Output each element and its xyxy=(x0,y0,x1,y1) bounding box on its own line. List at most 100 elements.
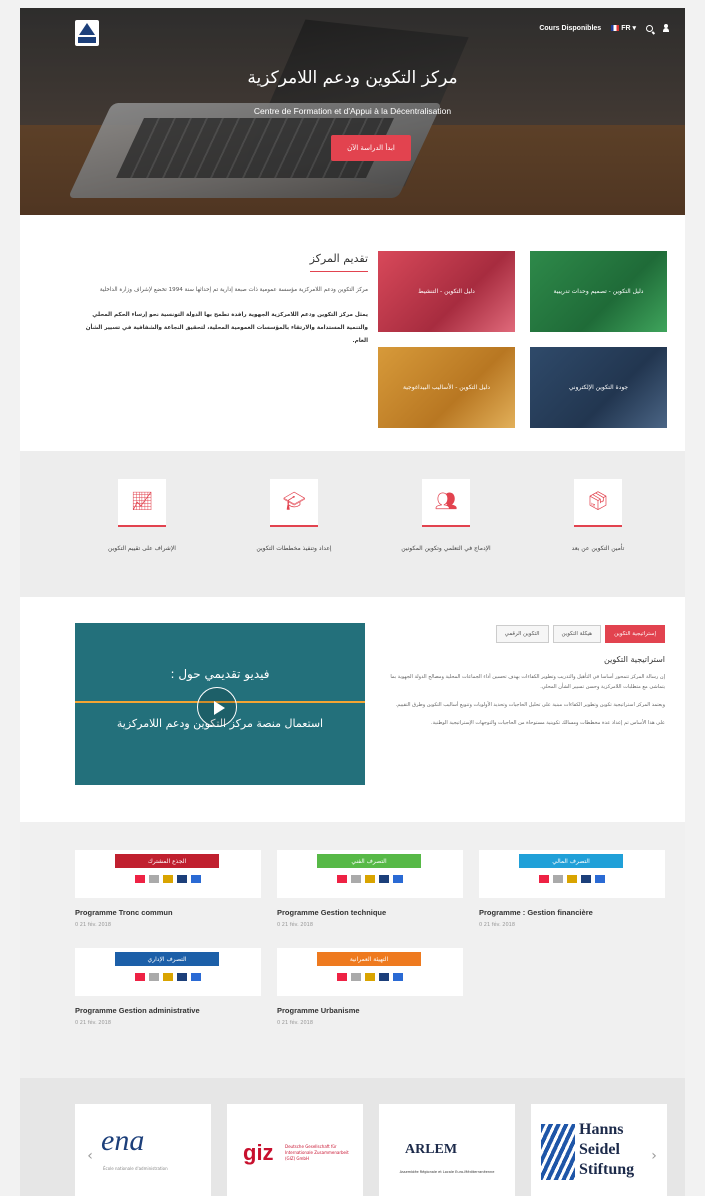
programme-card[interactable]: التصرف المالي Programme : Gestion financ… xyxy=(479,850,665,928)
partner-logo-giz[interactable]: giz Deutsche Gesellschaft für Internatio… xyxy=(227,1104,363,1196)
chart-icon: 📈︎ xyxy=(130,491,154,512)
partners-section: ena École nationale d'administration giz… xyxy=(20,1078,685,1196)
feature-icon-box: 📦︎ xyxy=(574,479,622,527)
programme-meta: 0 21 fév. 2018 xyxy=(75,922,112,928)
programme-title[interactable]: Programme Gestion administrative xyxy=(75,1006,261,1015)
hero-subtitle: Centre de Formation et d'Appui à la Déce… xyxy=(253,106,452,116)
feature-label: إعداد وتنفيذ مخططات التكوين xyxy=(256,545,332,552)
feature-icon-box: 📈︎ xyxy=(118,479,166,527)
logo-mark-base xyxy=(78,37,96,43)
programme-card[interactable]: الجذع المشترك Programme Tronc commun 0 2… xyxy=(75,850,261,928)
partner-logos-strip xyxy=(307,874,433,884)
logo-icon xyxy=(191,875,201,883)
hero-banner: Cours Disponibles FR ▾ مركز التكوين ودعم… xyxy=(20,8,685,215)
programme-meta: 0 21 fév. 2018 xyxy=(277,922,314,928)
logo-icon xyxy=(553,875,563,883)
programme-card[interactable]: التصرف الإداري Programme Gestion adminis… xyxy=(75,948,261,1026)
start-learning-button[interactable]: ابدأ الدراسة الآن xyxy=(331,135,411,161)
tab-structure[interactable]: هيكلة التكوين xyxy=(552,625,602,643)
flag-icon xyxy=(611,25,620,32)
logo-icon xyxy=(595,875,605,883)
user-icon[interactable] xyxy=(663,24,669,32)
programme-banner: الجذع المشترك xyxy=(75,850,261,898)
strategy-tabs: إستراتيجية التكوين هيكلة التكوين التكوين… xyxy=(380,625,665,643)
programme-title[interactable]: Programme Urbanisme xyxy=(277,1006,463,1015)
partner-logos-strip xyxy=(105,972,231,982)
programme-title[interactable]: Programme Gestion technique xyxy=(277,908,463,917)
users-icon: 👥︎ xyxy=(434,491,458,512)
guide-tile[interactable]: جودة التكوين الإلكتروني xyxy=(530,347,667,428)
partner-logos-strip xyxy=(509,874,635,884)
tab-paragraph: على هذا الأساس تم إعداد عدة مخططات ومسال… xyxy=(431,720,665,726)
programme-meta: 0 21 fév. 2018 xyxy=(479,922,516,928)
feature-item[interactable]: 🎓︎ إعداد وتنفيذ مخططات التكوين xyxy=(219,479,369,552)
intro-video[interactable]: فيديو تقديمي حول : استعمال منصة مركز الت… xyxy=(75,623,365,785)
logo-icon xyxy=(149,875,159,883)
feature-item[interactable]: 📦︎ تأمين التكوين عن بعد xyxy=(523,479,673,552)
guide-tile[interactable]: دليل التكوين - تصميم وحدات تدريبية xyxy=(530,251,667,332)
hero-title: مركز التكوين ودعم اللامركزية xyxy=(247,68,458,88)
programme-meta: 0 21 fév. 2018 xyxy=(277,1020,314,1026)
logo-icon xyxy=(177,875,187,883)
feature-label: الإشراف على تقييم التكوين xyxy=(108,545,176,552)
programme-tag: الجذع المشترك xyxy=(115,854,219,868)
logo-icon xyxy=(379,973,389,981)
logo-icon xyxy=(581,875,591,883)
video-section: فيديو تقديمي حول : استعمال منصة مركز الت… xyxy=(20,597,685,822)
logo-icon xyxy=(365,973,375,981)
guide-tile[interactable]: دليل التكوين - الأساليب البيداغوجية xyxy=(378,347,515,428)
guide-tile[interactable]: دليل التكوين - التنشيط xyxy=(378,251,515,332)
ena-logo-text: ena xyxy=(101,1124,145,1157)
features-section: 📈︎ الإشراف على تقييم التكوين 🎓︎ إعداد وت… xyxy=(20,451,685,597)
programme-tag: التهيئة العمرانية xyxy=(317,952,421,966)
programme-tag: التصرف المالي xyxy=(519,854,623,868)
partner-logos-strip xyxy=(105,874,231,884)
programme-card[interactable]: التهيئة العمرانية Programme Urbanisme 0 … xyxy=(277,948,463,1026)
feature-icon-box: 🎓︎ xyxy=(270,479,318,527)
feature-item[interactable]: 📈︎ الإشراف على تقييم التكوين xyxy=(67,479,217,552)
video-title-line-1: فيديو تقديمي حول : xyxy=(170,667,270,681)
programme-banner: التهيئة العمرانية xyxy=(277,948,463,996)
programme-tag: التصرف الفني xyxy=(317,854,421,868)
nav-courses-link[interactable]: Cours Disponibles xyxy=(539,25,601,32)
feature-item[interactable]: 👥︎ الإدماج في التعلمي وتكوين المكونين xyxy=(371,479,521,552)
intro-paragraph-2: يمثل مركز التكوين ودعم اللامركزية الجهوي… xyxy=(85,312,368,344)
logo-icon xyxy=(149,973,159,981)
programme-banner: التصرف المالي xyxy=(479,850,665,898)
box-icon: 📦︎ xyxy=(586,491,610,512)
logo-icon xyxy=(337,973,347,981)
programme-title[interactable]: Programme Tronc commun xyxy=(75,908,261,917)
language-label: FR xyxy=(621,25,631,32)
carousel-next-icon[interactable]: › xyxy=(646,1148,662,1164)
page: Cours Disponibles FR ▾ مركز التكوين ودعم… xyxy=(20,8,685,1196)
logo-icon xyxy=(351,875,361,883)
programme-meta: 0 21 fév. 2018 xyxy=(75,1020,112,1026)
programme-title[interactable]: Programme : Gestion financière xyxy=(479,908,665,917)
programme-card[interactable]: التصرف الفني Programme Gestion technique… xyxy=(277,850,463,928)
logo-icon xyxy=(163,875,173,883)
feature-label: الإدماج في التعلمي وتكوين المكونين xyxy=(401,545,491,552)
logo-icon xyxy=(177,973,187,981)
tab-strategy[interactable]: إستراتيجية التكوين xyxy=(605,625,665,643)
play-icon[interactable] xyxy=(197,687,237,727)
logo-icon xyxy=(393,875,403,883)
intro-section: تقديم المركز مركز التكوين ودعم اللامركزي… xyxy=(20,215,685,451)
programme-banner: التصرف الإداري xyxy=(75,948,261,996)
site-logo[interactable] xyxy=(75,20,99,46)
intro-title: تقديم المركز xyxy=(309,252,368,272)
carousel-prev-icon[interactable]: ‹ xyxy=(82,1148,98,1164)
search-icon[interactable] xyxy=(646,24,653,32)
partner-logo-arlem[interactable]: ARLEM Assemblée Régionale et Locale Euro… xyxy=(379,1104,515,1196)
language-selector[interactable]: FR ▾ xyxy=(611,24,636,32)
top-nav: Cours Disponibles FR ▾ xyxy=(539,24,669,32)
logo-icon xyxy=(393,973,403,981)
logo-icon xyxy=(365,875,375,883)
intro-text: تقديم المركز مركز التكوين ودعم اللامركزي… xyxy=(78,247,368,348)
programmes-section: الجذع المشترك Programme Tronc commun 0 2… xyxy=(20,822,685,1078)
tab-content: استراتيجية التكوين إن رسالة المركز تتمحو… xyxy=(380,655,665,736)
feature-label: تأمين التكوين عن بعد xyxy=(571,545,625,552)
programme-banner: التصرف الفني xyxy=(277,850,463,898)
arlem-logo-text: ARLEM xyxy=(405,1142,458,1157)
tab-digital[interactable]: التكوين الرقمي xyxy=(495,625,549,643)
giz-logo-text: giz xyxy=(243,1140,274,1165)
